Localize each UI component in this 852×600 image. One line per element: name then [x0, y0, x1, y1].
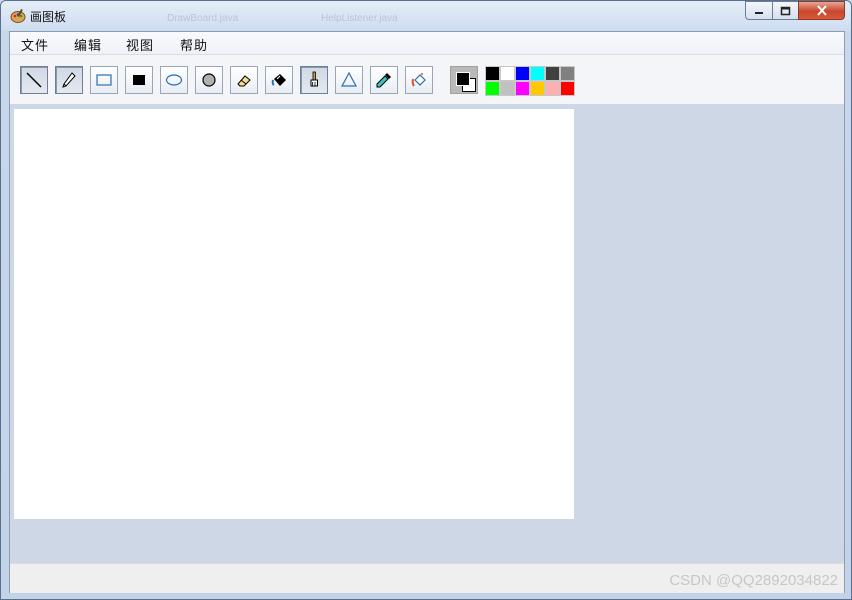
watermark-text: CSDN @QQ2892034822 — [669, 572, 838, 589]
tool-fill-button[interactable] — [265, 66, 293, 94]
palette-swatch[interactable] — [500, 81, 515, 96]
foreground-color-swatch — [456, 72, 470, 86]
palette-swatch[interactable] — [530, 81, 545, 96]
tool-line-button[interactable] — [20, 66, 48, 94]
drawing-canvas[interactable] — [14, 109, 574, 519]
palette-swatch[interactable] — [545, 81, 560, 96]
palette-swatch[interactable] — [560, 81, 575, 96]
tool-rectangle-button[interactable] — [90, 66, 118, 94]
maximize-icon — [780, 6, 791, 15]
filled-rectangle-icon — [133, 75, 145, 85]
palette-swatch[interactable] — [530, 66, 545, 81]
palette-swatch[interactable] — [545, 66, 560, 81]
tool-pencil-button[interactable] — [55, 66, 83, 94]
background-tab: DrawBoard.java — [167, 13, 239, 24]
tool-eyedropper-button[interactable] — [370, 66, 398, 94]
window-controls — [745, 1, 845, 21]
window-title: 画图板 — [30, 10, 67, 24]
menu-file[interactable]: 文件 — [21, 35, 49, 54]
tool-triangle-button[interactable] — [335, 66, 363, 94]
menu-help[interactable]: 帮助 — [180, 35, 208, 54]
palette-swatch[interactable] — [485, 66, 500, 81]
title-bar[interactable]: 画图板 DrawBoard.java HelpListener.java — [1, 1, 851, 31]
pencil-icon — [62, 72, 76, 88]
close-icon — [816, 5, 827, 16]
maximize-button[interactable] — [772, 1, 798, 20]
fill-bucket-icon — [271, 74, 286, 86]
tool-filled-ellipse-button[interactable] — [195, 66, 223, 94]
tool-filled-rectangle-button[interactable] — [125, 66, 153, 94]
tool-brush-button[interactable] — [300, 66, 328, 94]
work-area — [10, 104, 844, 563]
close-button[interactable] — [798, 1, 845, 20]
tool-bar — [10, 55, 844, 104]
current-colors-indicator[interactable] — [450, 66, 478, 94]
menu-view[interactable]: 视图 — [126, 35, 154, 54]
color-palette — [485, 66, 575, 96]
minimize-icon — [755, 11, 763, 14]
palette-swatch[interactable] — [515, 81, 530, 96]
eraser-icon — [237, 75, 251, 87]
menu-edit[interactable]: 编辑 — [74, 35, 102, 54]
app-window: 画图板 DrawBoard.java HelpListener.java 文件 … — [0, 0, 852, 600]
background-tab: HelpListener.java — [321, 13, 398, 24]
eyedropper-icon — [376, 73, 391, 88]
client-area: 文件 编辑 视图 帮助 — [9, 31, 845, 593]
brush-icon — [310, 71, 318, 87]
filled-ellipse-icon — [202, 73, 216, 87]
triangle-icon — [340, 71, 358, 87]
line-icon — [26, 72, 42, 88]
rectangle-icon — [96, 74, 112, 86]
spray-icon — [411, 73, 426, 87]
tool-ellipse-button[interactable] — [160, 66, 188, 94]
minimize-button[interactable] — [745, 1, 772, 20]
menu-bar: 文件 编辑 视图 帮助 — [10, 32, 844, 55]
palette-swatch[interactable] — [500, 66, 515, 81]
ellipse-icon — [165, 74, 183, 86]
palette-swatch[interactable] — [515, 66, 530, 81]
palette-swatch[interactable] — [485, 81, 500, 96]
palette-swatch[interactable] — [560, 66, 575, 81]
paint-palette-icon — [10, 9, 26, 23]
tool-spray-button[interactable] — [405, 66, 433, 94]
tool-eraser-button[interactable] — [230, 66, 258, 94]
